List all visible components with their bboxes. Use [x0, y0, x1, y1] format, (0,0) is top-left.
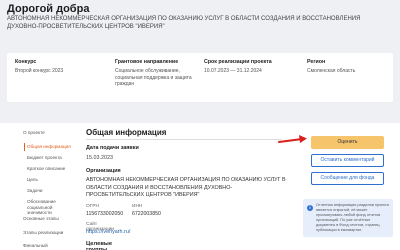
project-header: Дорогой добра АВТОНОМНАЯ НЕКОММЕРЧЕСКАЯ … — [0, 0, 400, 123]
inn-label: ИНН — [132, 204, 143, 209]
sidebar-item-goal[interactable]: Цель — [27, 177, 38, 183]
sidebar-item-general[interactable]: Общая информация — [27, 144, 71, 150]
sidebar-item-summary[interactable]: Краткое описание — [27, 166, 65, 172]
direction-label: Грантовое направление — [115, 59, 179, 65]
contest-label: Конкурс — [15, 59, 37, 65]
project-info-card: Конкурс Второй конкурс 2023 Грантовое на… — [7, 53, 393, 102]
section-title: Общая информация — [86, 128, 167, 137]
notice-text: Отчетная информация разделов проекта явл… — [316, 203, 389, 232]
sidebar-item-significance[interactable]: Обоснование социальной значимости — [27, 199, 75, 216]
project-sidebar-nav: О проекте Общая информация Бюджет проект… — [0, 123, 76, 250]
sidebar-item-about[interactable]: О проекте — [23, 130, 45, 136]
rate-button[interactable]: Оценить — [311, 136, 384, 149]
submit-date-label: Дата подачи заявки — [86, 145, 139, 151]
direction-value: Социальное обслуживание, социальная подд… — [115, 68, 192, 87]
info-icon: i — [307, 205, 313, 211]
direction-column: Грантовое направление Социальное обслужи… — [115, 59, 200, 88]
active-item-marker — [24, 143, 25, 151]
sidebar-item-budget[interactable]: Бюджет проекта — [27, 155, 62, 161]
region-column: Регион Смоленская область — [307, 59, 387, 75]
organization-name: АВТОНОМНАЯ НЕКОММЕРЧЕСКАЯ ОРГАНИЗАЦИЯ ПО… — [7, 16, 361, 30]
website-link[interactable]: https://iveriyarh.ru/ — [86, 229, 130, 235]
region-label: Регион — [307, 59, 326, 65]
ogrn-label: ОГРН — [86, 204, 99, 209]
contest-column: Конкурс Второй конкурс 2023 — [15, 59, 115, 75]
organization-value: АВТОНОМНАЯ НЕКОММЕРЧЕСКАЯ ОРГАНИЗАЦИЯ ПО… — [86, 177, 286, 198]
sidebar-item-stages[interactable]: Этапы реализации — [23, 230, 63, 236]
red-arrow-annotation — [278, 135, 307, 143]
ogrn-value: 1156733002050 — [86, 211, 124, 217]
message-to-fund-button[interactable]: Сообщение для фонда — [311, 172, 384, 185]
section-divider — [86, 139, 282, 140]
page-title: Дорогой добра — [7, 3, 90, 15]
sidebar-item-final[interactable]: Финальный — [23, 243, 48, 249]
period-value: 10.07.2023 — 31.12.2024 — [204, 68, 262, 74]
leave-comment-button[interactable]: Оставить комментарий — [311, 154, 384, 167]
info-notice: i Отчетная информация разделов проекта я… — [303, 199, 393, 237]
submit-date-value: 15.03.2023 — [86, 155, 113, 161]
period-column: Срок реализации проекта 10.07.2023 — 31.… — [204, 59, 304, 75]
contest-value: Второй конкурс 2023 — [15, 68, 64, 74]
region-value: Смоленская область — [307, 68, 356, 74]
period-label: Срок реализации проекта — [204, 59, 272, 65]
inn-value: 6722003850 — [132, 211, 161, 217]
sidebar-item-tasks[interactable]: Задачи — [27, 188, 42, 194]
target-groups-label: Целевые группы — [86, 241, 113, 250]
organization-label: Организация — [86, 168, 121, 174]
sidebar-item-main-stages[interactable]: Основные этапы — [23, 216, 59, 222]
